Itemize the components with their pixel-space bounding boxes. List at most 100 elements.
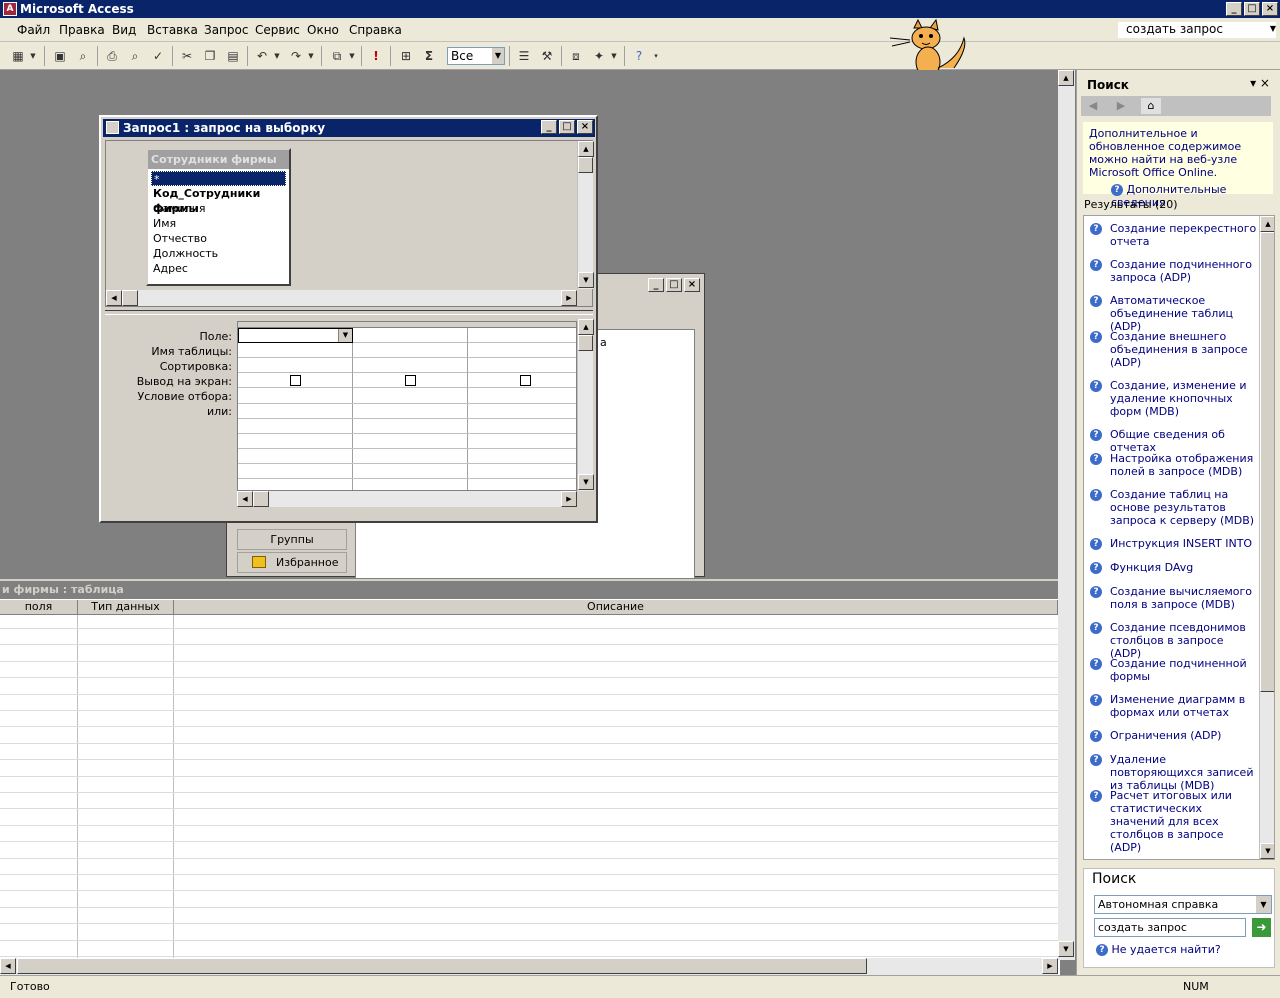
table-row[interactable] xyxy=(0,956,1058,957)
grid-cell[interactable] xyxy=(238,343,353,358)
view-icon[interactable]: ▦ xyxy=(8,47,28,65)
results-vscroll[interactable]: ▲ ▼ xyxy=(1259,216,1274,859)
scroll-thumb[interactable] xyxy=(578,157,593,173)
grid-hscroll[interactable]: ◀ ▶ xyxy=(237,491,577,507)
table-row[interactable] xyxy=(0,907,1058,908)
show-checkbox-1[interactable] xyxy=(290,375,301,386)
menu-window[interactable]: Окно xyxy=(307,23,339,37)
table-row[interactable] xyxy=(0,644,1058,645)
field-lastname[interactable]: Фамилия xyxy=(148,201,289,216)
scroll-left-icon[interactable]: ◀ xyxy=(237,491,253,507)
table-row[interactable] xyxy=(0,858,1058,859)
col-header-type[interactable]: Тип данных xyxy=(78,600,174,615)
mdi-vscroll[interactable]: ▲ ▼ xyxy=(1058,70,1075,960)
home-icon[interactable]: ⌂ xyxy=(1141,98,1161,114)
table-row[interactable] xyxy=(0,710,1058,711)
scroll-down-icon[interactable]: ▼ xyxy=(578,474,594,490)
groups-button[interactable]: Группы xyxy=(237,529,347,550)
scroll-left-icon[interactable]: ◀ xyxy=(0,958,16,974)
table-row[interactable] xyxy=(0,890,1058,891)
scroll-down-icon[interactable]: ▼ xyxy=(1260,843,1274,859)
database-window-icon[interactable]: ⧈ xyxy=(566,47,586,65)
help-icon[interactable]: ? xyxy=(629,47,649,65)
spelling-icon[interactable]: ✓ xyxy=(148,47,168,65)
redo-icon[interactable]: ↷ xyxy=(286,47,306,65)
scroll-left-icon[interactable]: ◀ xyxy=(106,290,122,306)
field-list-title[interactable]: Сотрудники фирмы xyxy=(148,150,289,169)
favorites-button[interactable]: Избранное xyxy=(237,552,347,573)
maximize-button[interactable]: □ xyxy=(666,278,682,292)
table-row[interactable] xyxy=(0,825,1058,826)
totals-icon[interactable]: Σ xyxy=(419,47,439,65)
search-go-button[interactable]: ➜ xyxy=(1252,918,1271,937)
result-item[interactable]: ? Создание псевдонимов столбцов в запросе… xyxy=(1090,621,1258,660)
table-field-list[interactable]: Сотрудники фирмы * Код_Сотрудники фирмы … xyxy=(146,148,291,286)
cut-icon[interactable]: ✂ xyxy=(177,47,197,65)
field-address[interactable]: Адрес xyxy=(148,261,289,276)
field-patronymic[interactable]: Отчество xyxy=(148,231,289,246)
result-item[interactable]: ? Создание таблиц на основе результатов з… xyxy=(1090,488,1258,527)
menu-insert[interactable]: Вставка xyxy=(147,23,198,37)
search-scope-combo[interactable]: Автономная справка ▼ xyxy=(1094,895,1272,914)
result-item[interactable]: ? Создание внешнего объединения в запросе… xyxy=(1090,330,1258,369)
query-window-titlebar[interactable]: Запрос1 : запрос на выборку _ □ × xyxy=(103,119,595,137)
grid-cell[interactable] xyxy=(238,358,353,373)
mdi-hscroll[interactable]: ◀ ▶ xyxy=(0,958,1058,975)
grid-vscroll[interactable]: ▲ ▼ xyxy=(577,319,594,491)
new-object-icon[interactable]: ✦ xyxy=(589,47,609,65)
result-item[interactable]: ? Инструкция INSERT INTO xyxy=(1090,537,1258,550)
table-row[interactable] xyxy=(0,743,1058,744)
table-row[interactable] xyxy=(0,628,1058,629)
top-values-combo[interactable]: Все ▼ xyxy=(447,47,505,65)
table-row[interactable] xyxy=(0,874,1058,875)
show-checkbox-3[interactable] xyxy=(520,375,531,386)
search-file-icon[interactable]: ⌕ xyxy=(73,47,93,65)
paste-icon[interactable]: ▤ xyxy=(223,47,243,65)
table-row[interactable] xyxy=(0,759,1058,760)
chevron-down-icon[interactable]: ▼ xyxy=(28,47,38,65)
pane-splitter[interactable] xyxy=(105,310,593,315)
field-id[interactable]: Код_Сотрудники фирмы xyxy=(148,186,289,215)
result-item[interactable]: ? Общие сведения об отчетах xyxy=(1090,428,1258,454)
chevron-down-icon[interactable]: ▼ xyxy=(347,47,357,65)
scroll-thumb[interactable] xyxy=(578,335,593,351)
print-icon[interactable]: ⎙ xyxy=(102,47,122,65)
chevron-down-icon[interactable]: ▼ xyxy=(306,47,316,65)
table-row[interactable] xyxy=(0,776,1058,777)
table-row[interactable] xyxy=(0,808,1058,809)
table-row[interactable] xyxy=(0,677,1058,678)
result-item[interactable]: ? Изменение диаграмм в формах или отчетах xyxy=(1090,693,1258,719)
back-icon[interactable]: ◀ xyxy=(1083,98,1103,114)
scroll-up-icon[interactable]: ▲ xyxy=(578,319,594,335)
menu-file[interactable]: Файл xyxy=(17,23,50,37)
scroll-right-icon[interactable]: ▶ xyxy=(561,290,577,306)
maximize-button[interactable]: □ xyxy=(1244,2,1260,16)
save-icon[interactable]: ▣ xyxy=(50,47,70,65)
close-button[interactable]: × xyxy=(1262,2,1278,16)
toolbar-options-icon[interactable]: ▾ xyxy=(651,47,661,65)
table-row[interactable] xyxy=(0,792,1058,793)
chevron-down-icon[interactable]: ▼ xyxy=(272,47,282,65)
chevron-down-icon[interactable]: ▼ xyxy=(1270,24,1276,33)
menu-edit[interactable]: Правка xyxy=(59,23,105,37)
close-button[interactable]: × xyxy=(684,278,700,292)
close-icon[interactable]: ▾ × xyxy=(1250,76,1270,90)
result-item[interactable]: ? Автоматическое объединение таблиц (ADP) xyxy=(1090,294,1258,333)
minimize-button[interactable]: _ xyxy=(648,278,664,292)
result-item[interactable]: ? Ограничения (ADP) xyxy=(1090,729,1258,742)
minimize-button[interactable]: _ xyxy=(1226,2,1242,16)
show-checkbox-2[interactable] xyxy=(405,375,416,386)
menu-help[interactable]: Справка xyxy=(349,23,402,37)
scroll-down-icon[interactable]: ▼ xyxy=(1058,941,1074,957)
field-position[interactable]: Должность xyxy=(148,246,289,261)
result-item[interactable]: ? Создание перекрестного отчета xyxy=(1090,222,1258,248)
grid-cell[interactable] xyxy=(468,343,576,358)
table-pane-hscroll[interactable]: ◀ ▶ xyxy=(106,290,577,306)
result-item[interactable]: ? Настройка отображения полей в запросе (… xyxy=(1090,452,1258,478)
scroll-thumb[interactable] xyxy=(1260,232,1274,692)
search-input[interactable]: создать запрос xyxy=(1094,918,1246,937)
scroll-thumb[interactable] xyxy=(17,958,867,974)
forward-icon[interactable]: ▶ xyxy=(1111,98,1131,114)
scroll-down-icon[interactable]: ▼ xyxy=(578,272,594,288)
chevron-down-icon[interactable]: ▼ xyxy=(609,47,619,65)
